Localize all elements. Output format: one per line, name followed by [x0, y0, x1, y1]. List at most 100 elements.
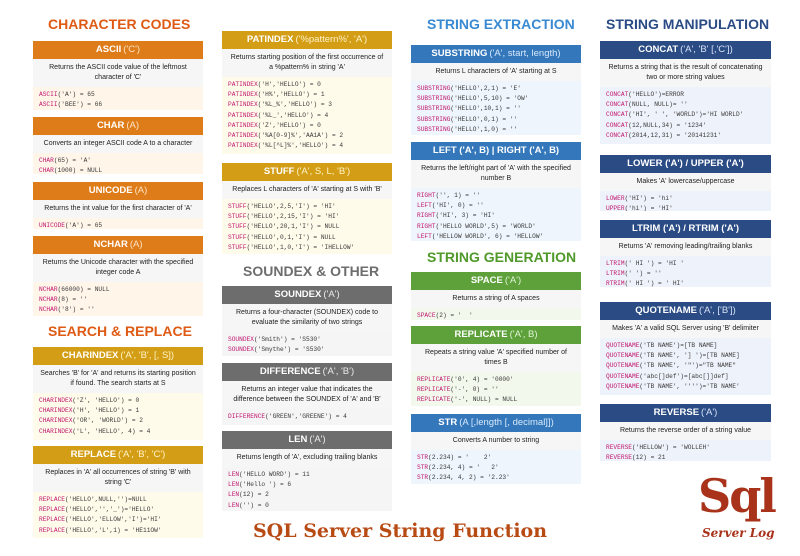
example-keyword: SUBSTRING [417, 115, 451, 123]
example-line: NCHAR(66000) = NULL [39, 285, 197, 295]
example-expression: ('') = 0 [239, 501, 269, 509]
example-line: LEN(12) = 2 [228, 490, 386, 500]
card-unicode: UNICODE (A) Returns the int value for the … [33, 182, 203, 229]
example-line: NCHAR('8') = '' [39, 305, 197, 315]
example-expression: ('%L_','HELLO') = 4 [257, 111, 329, 119]
example-line: STUFF('HELLO',1,0,'I') = 'IHELLOW' [228, 243, 386, 253]
example-line: STUFF('HELLO',2,15,'I') = 'HI' [228, 212, 386, 222]
example-expression: ('TB NAME', '] ')=[TB NAME] [639, 352, 740, 360]
example-line: CONCAT(NULL, NULL)= '' [606, 100, 765, 110]
function-description: Returns 'A' removing leading/trailing bl… [600, 238, 771, 256]
function-header: UNICODE (A) [33, 182, 203, 200]
function-name: STR [438, 417, 458, 428]
example-line: PATINDEX('%L_','HELLO') = 4 [228, 111, 386, 121]
example-keyword: REVERSE [606, 444, 632, 451]
example-expression: ('H%','HELLO') = 1 [257, 91, 325, 99]
example-expression: (2) = ' ' [435, 312, 473, 319]
example-keyword: LTRIM [606, 260, 625, 267]
function-description: Returns an integer value that indicates … [222, 381, 392, 409]
examples-list: LTRIM(' HI ') = 'HI ' LTRIM(' ') = '' RTRI… [600, 256, 771, 287]
function-header: LOWER ('A') / UPPER ('A') [600, 155, 771, 173]
example-expression: (' HI ') = 'HI ' [624, 260, 684, 267]
example-expression: ('-', 0) = '' [450, 386, 499, 394]
example-keyword: UNICODE [39, 222, 65, 229]
example-expression: (' HI ') = ' HI' [624, 280, 684, 287]
example-expression: ('HELLO',2,1) = 'E' [450, 85, 521, 92]
card-substring: SUBSTRING ('A', start, length) Returns L c… [411, 45, 581, 135]
example-line: CHAR(65) = 'A' [39, 156, 197, 166]
card-stuff: STUFF ('A', S, L, 'B') Replaces L characte… [222, 163, 392, 254]
function-header: LEN ('A') [222, 431, 392, 449]
function-description: Returns a four-character (SOUNDEX) code … [222, 304, 392, 332]
function-args: (A [,length [, decimal]]) [459, 417, 554, 428]
card-str: STR (A [,length [, decimal]]) Converts A n… [411, 414, 581, 484]
example-keyword: PATINDEX [228, 91, 258, 99]
example-expression: ('HI', ' ', 'WORLD')='HI WORLD' [628, 111, 744, 119]
function-args: ('%pattern%', 'A') [295, 34, 368, 45]
function-name: SOUNDEX [274, 289, 322, 300]
example-expression: ('H','HELLO') = 0 [257, 81, 321, 88]
example-keyword: SUBSTRING [417, 85, 451, 92]
example-line: PATINDEX('H','HELLO') = 0 [228, 80, 386, 90]
example-expression: ('HELLO',NULL,'')=NULL [65, 496, 147, 503]
examples-list: DIFFERENCE('GREEN','GREENE') = 4 [222, 409, 392, 425]
examples-list: REVERSE('HELLOW') = 'WOLLEH' REVERSE(12) … [600, 440, 771, 461]
examples-list: SPACE(2) = ' ' [411, 308, 581, 320]
example-keyword: STR [417, 454, 429, 461]
example-keyword: LEFT [417, 202, 432, 210]
card-reverse: REVERSE ('A') Returns the reverse order of… [600, 404, 771, 461]
function-description: Converts an integer ASCII code A to a ch… [33, 135, 203, 153]
function-header: ASCII ('C') [33, 41, 203, 59]
example-line: SOUNDEX('Smith') = 'S530' [228, 335, 386, 345]
function-args: (A) [129, 239, 143, 250]
example-keyword: PATINDEX [228, 81, 258, 88]
example-keyword: QUOTENAME [606, 382, 640, 390]
example-expression: ('8') = '' [57, 306, 95, 314]
examples-list: STUFF('HELLO',2,5,'I') = 'HI' STUFF('HELL… [222, 199, 392, 254]
function-args: (A) [134, 185, 148, 196]
example-line: STR(2.234, 4) = ' 2' [417, 463, 575, 473]
card-charindex: CHARINDEX ('A', 'B', [, S]) Searches 'B' f… [33, 347, 203, 441]
examples-list: CONCAT('HELLO')=ERROR CONCAT(NULL, NULL)=… [600, 87, 771, 144]
example-line: ASCII('BEE') = 66 [39, 100, 197, 110]
card-trim: LTRIM ('A') / RTRIM ('A') Returns 'A' rem… [600, 220, 771, 287]
example-keyword: LEN [228, 491, 240, 499]
example-keyword: REPLACE [39, 496, 65, 503]
function-description: Returns starting position of the first o… [222, 49, 392, 77]
card-ascii: ASCII ('C') Returns the ASCII code value o… [33, 41, 203, 110]
function-name: ASCII [95, 44, 122, 55]
example-line: CHARINDEX('OR', 'WORLD') = 2 [39, 416, 197, 426]
example-keyword: STR [417, 474, 429, 482]
examples-list: QUOTENAME('TB NAME')=[TB NAME] QUOTENAME(… [600, 338, 771, 395]
example-line: QUOTENAME('TB NAME', '"')="TB NAME" [606, 361, 765, 371]
example-line: LTRIM(' ') = '' [606, 269, 765, 279]
example-line: QUOTENAME('TB NAME', '''')='TB NAME' [606, 382, 765, 392]
example-keyword: CONCAT [606, 91, 629, 98]
function-name: LEFT ('A', B) | RIGHT ('A', B) [432, 145, 560, 156]
card-len: LEN ('A') Returns length of 'A', excluding… [222, 431, 392, 511]
function-args: ('A', ['B']) [698, 305, 736, 316]
example-keyword: LEN [228, 501, 240, 509]
example-line: LEFT('HI', 0) = '' [417, 201, 575, 211]
function-name: REPLICATE [454, 329, 508, 340]
example-keyword: SUBSTRING [417, 105, 451, 113]
example-expression: (2.234, 4) = ' 2' [428, 464, 499, 472]
example-line: QUOTENAME('abc[]def')=[abc[]]def] [606, 372, 765, 382]
examples-list: PATINDEX('H','HELLO') = 0 PATINDEX('H%','… [222, 77, 392, 155]
function-name: STUFF [263, 166, 295, 177]
examples-list: LEN('HELLO WORD') = 11 LEN('Hello ') = 6L… [222, 467, 392, 511]
example-expression: (2.234) = ' 2' [428, 454, 492, 461]
function-description: Returns length of 'A', excluding trailin… [222, 449, 392, 467]
example-expression: ('HELLO',1,0,'I') = 'IHELLOW' [246, 243, 355, 251]
example-keyword: REPLICATE [417, 386, 451, 394]
example-expression: ('HELLO',0,1) = '' [450, 115, 518, 123]
logo-subtitle: Server Log [702, 526, 775, 540]
example-expression: ('TB NAME', '"')="TB NAME" [639, 362, 736, 370]
example-line: REPLACE('HELLO','','_')='HELLO' [39, 505, 197, 515]
function-header: REVERSE ('A') [600, 404, 771, 422]
example-line: STUFF('HELLO',0,1,'I') = NULL [228, 233, 386, 243]
function-header: QUOTENAME ('A', ['B']) [600, 302, 771, 320]
function-description: Returns L characters of 'A' starting at … [411, 63, 581, 81]
card-quotename: QUOTENAME ('A', ['B']) Makes 'A' a valid S… [600, 302, 771, 395]
example-line: LEFT('HELLOW WORLD', 6) = 'HELLOW' [417, 232, 575, 241]
